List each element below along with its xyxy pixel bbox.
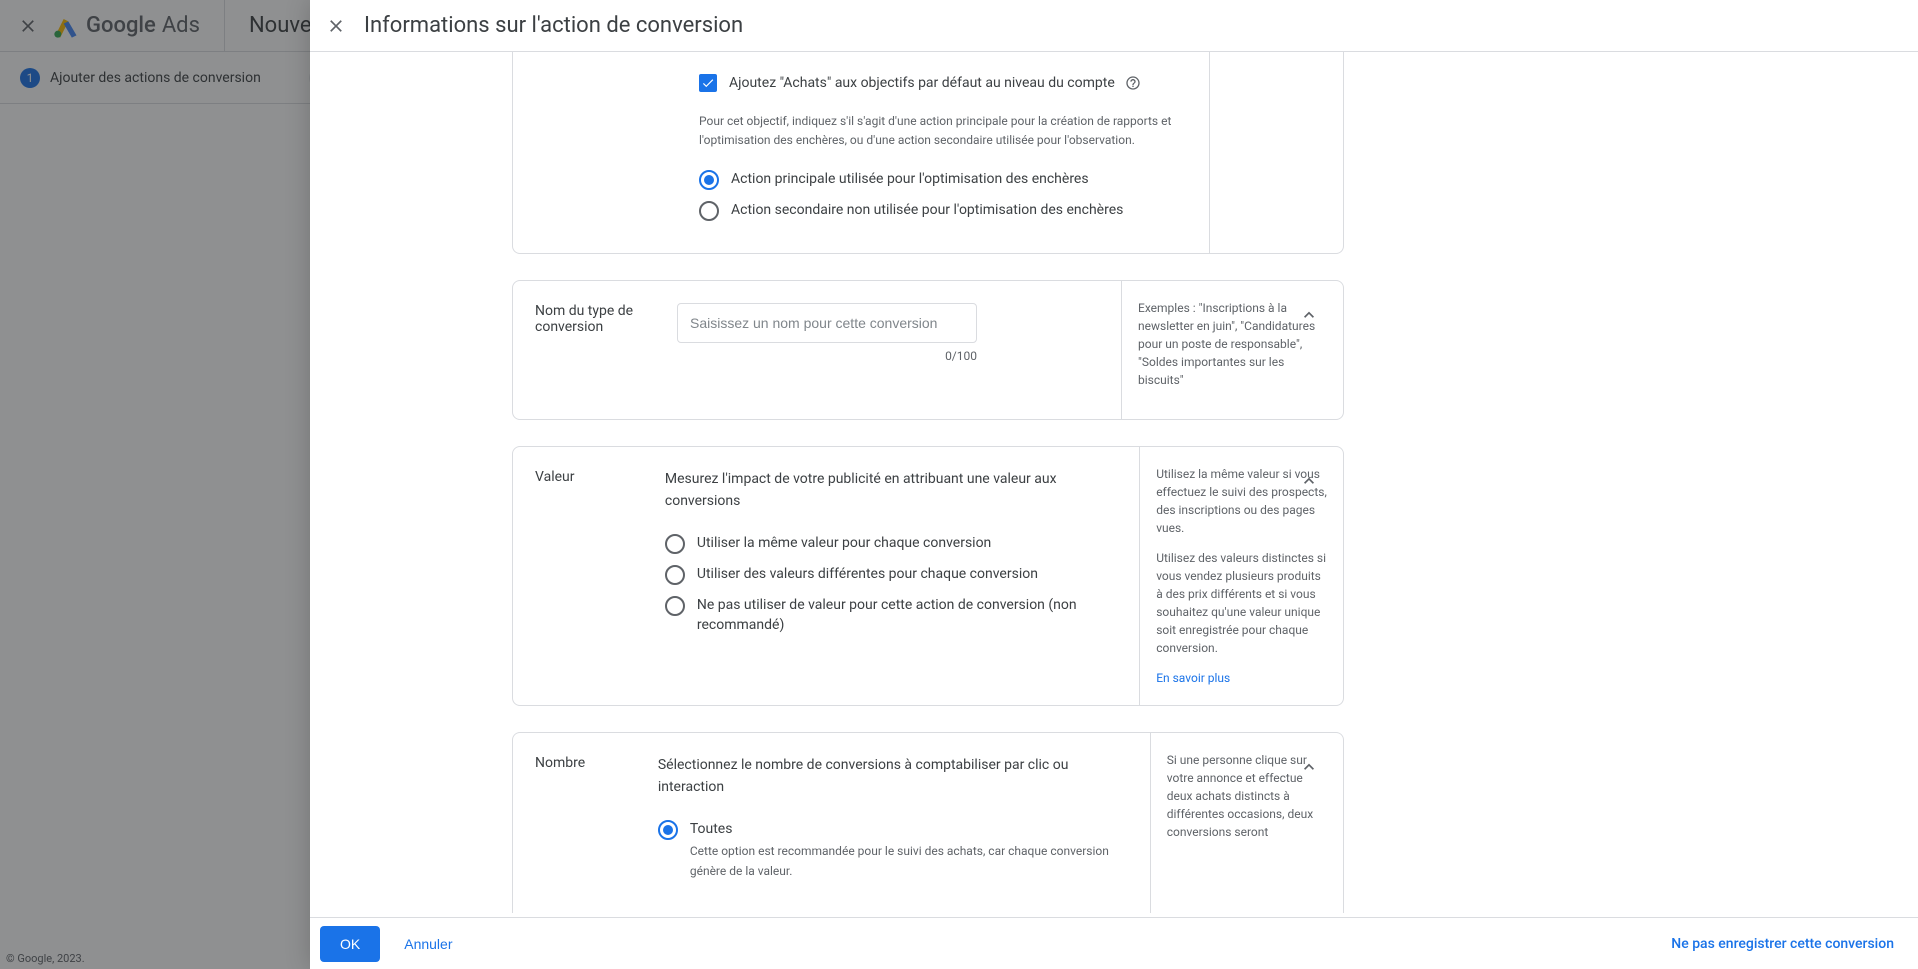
collapse-toggle-value[interactable] <box>1289 461 1329 501</box>
modal-title: Informations sur l'action de conversion <box>364 13 743 38</box>
radio-value-none-label: Ne pas utiliser de valeur pour cette act… <box>697 595 1119 635</box>
radio-icon[interactable] <box>665 596 685 616</box>
section-title-name: Nom du type de conversion <box>513 281 677 419</box>
radio-value-same-label: Utiliser la même valeur pour chaque conv… <box>697 533 991 553</box>
radio-action-secondary-label: Action secondaire non utilisée pour l'op… <box>731 200 1123 220</box>
collapse-toggle-name[interactable] <box>1289 295 1329 335</box>
count-subtitle: Sélectionnez le nombre de conversions à … <box>658 755 1130 798</box>
chevron-up-icon <box>1299 305 1319 325</box>
radio-action-secondary[interactable]: Action secondaire non utilisée pour l'op… <box>699 200 1185 221</box>
radio-icon[interactable] <box>665 534 685 554</box>
optimisation-explainer: Pour cet objectif, indiquez s'il s'agit … <box>699 112 1185 149</box>
radio-action-primary-label: Action principale utilisée pour l'optimi… <box>731 169 1089 189</box>
card-count: Nombre Sélectionnez le nombre de convers… <box>512 732 1344 912</box>
help-icon[interactable] <box>1125 75 1141 91</box>
close-icon <box>326 16 346 36</box>
cancel-button[interactable]: Annuler <box>384 926 472 962</box>
chevron-up-icon <box>1299 471 1319 491</box>
value-tip-2: Utilisez des valeurs distinctes si vous … <box>1156 549 1327 657</box>
conversion-name-char-count: 0/100 <box>677 349 977 363</box>
radio-icon[interactable] <box>665 565 685 585</box>
radio-action-primary[interactable]: Action principale utilisée pour l'optimi… <box>699 169 1185 190</box>
check-icon <box>701 76 715 90</box>
radio-icon[interactable] <box>699 201 719 221</box>
radio-value-different-label: Utiliser des valeurs différentes pour ch… <box>697 564 1038 584</box>
radio-count-all[interactable]: Toutes Cette option est recommandée pour… <box>658 819 1130 881</box>
radio-count-all-label: Toutes <box>690 819 1130 839</box>
modal-header: Informations sur l'action de conversion <box>310 0 1918 52</box>
radio-value-same[interactable]: Utiliser la même valeur pour chaque conv… <box>665 533 1119 554</box>
ok-button[interactable]: OK <box>320 926 380 962</box>
section-title-value: Valeur <box>513 447 665 705</box>
value-subtitle: Mesurez l'impact de votre publicité en a… <box>665 469 1119 512</box>
chevron-up-icon <box>1299 757 1319 777</box>
card-optimisation: Ajoutez "Achats" aux objectifs par défau… <box>512 52 1344 254</box>
radio-count-all-desc: Cette option est recommandée pour le sui… <box>690 841 1130 881</box>
default-goal-checkbox-row[interactable]: Ajoutez "Achats" aux objectifs par défau… <box>699 74 1185 92</box>
radio-icon[interactable] <box>658 820 678 840</box>
conversion-name-input[interactable] <box>677 303 977 343</box>
dont-save-link[interactable]: Ne pas enregistrer cette conversion <box>1671 936 1894 952</box>
radio-value-different[interactable]: Utiliser des valeurs différentes pour ch… <box>665 564 1119 585</box>
default-goal-checkbox-label: Ajoutez "Achats" aux objectifs par défau… <box>729 75 1115 91</box>
modal-footer: OK Annuler Ne pas enregistrer cette conv… <box>310 917 1918 969</box>
section-title-count: Nombre <box>513 733 658 912</box>
radio-value-none[interactable]: Ne pas utiliser de valeur pour cette act… <box>665 595 1119 635</box>
conversion-action-modal: Informations sur l'action de conversion … <box>310 0 1918 969</box>
default-goal-checkbox[interactable] <box>699 74 717 92</box>
card-value: Valeur Mesurez l'impact de votre publici… <box>512 446 1344 706</box>
value-learn-more-link[interactable]: En savoir plus <box>1156 671 1230 685</box>
radio-icon[interactable] <box>699 170 719 190</box>
modal-close-button[interactable] <box>316 6 356 46</box>
collapse-toggle-count[interactable] <box>1289 747 1329 787</box>
modal-body[interactable]: Ajoutez "Achats" aux objectifs par défau… <box>310 52 1918 917</box>
card-conversion-name: Nom du type de conversion 0/100 Exemples… <box>512 280 1344 420</box>
